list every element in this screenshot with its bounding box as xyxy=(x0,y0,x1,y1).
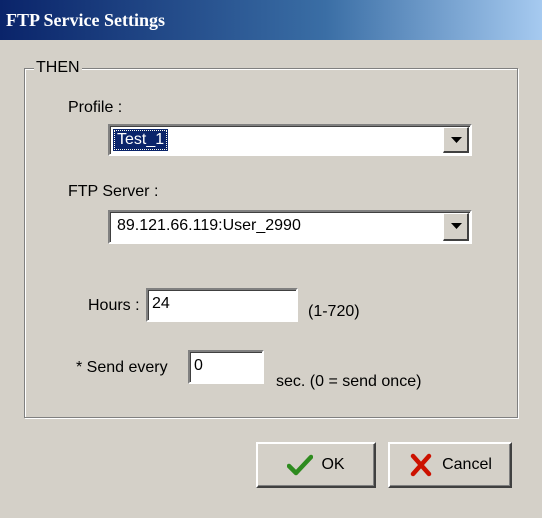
groupbox-legend: THEN xyxy=(34,58,82,78)
checkmark-icon xyxy=(287,452,314,478)
dropdown-arrow-icon[interactable] xyxy=(443,127,469,153)
cancel-button-label: Cancel xyxy=(442,456,492,473)
hours-range-hint: (1-720) xyxy=(308,303,360,320)
profile-selected-value: Test_1 xyxy=(113,129,169,151)
ftp-settings-dialog: FTP Service Settings THEN Profile : Test… xyxy=(0,0,544,518)
dropdown-arrow-icon[interactable] xyxy=(443,213,469,241)
profile-label: Profile : xyxy=(68,99,123,116)
ok-button[interactable]: OK xyxy=(256,442,376,488)
send-every-label: * Send every xyxy=(76,359,168,376)
ok-button-label: OK xyxy=(321,456,345,473)
ftp-server-selected-value: 89.121.66.119:User_2990 xyxy=(117,217,301,234)
window-title: FTP Service Settings xyxy=(0,0,542,40)
send-every-hint: sec. (0 = send once) xyxy=(276,373,422,390)
profile-select[interactable]: Test_1 xyxy=(108,124,472,156)
hours-input[interactable]: 24 xyxy=(146,288,298,322)
ftp-server-select[interactable]: 89.121.66.119:User_2990 xyxy=(108,210,472,244)
cancel-button[interactable]: Cancel xyxy=(388,442,512,488)
send-every-input[interactable]: 0 xyxy=(188,350,264,384)
x-icon xyxy=(408,452,434,478)
hours-label: Hours : xyxy=(88,297,140,314)
ftp-server-label: FTP Server : xyxy=(68,183,159,200)
